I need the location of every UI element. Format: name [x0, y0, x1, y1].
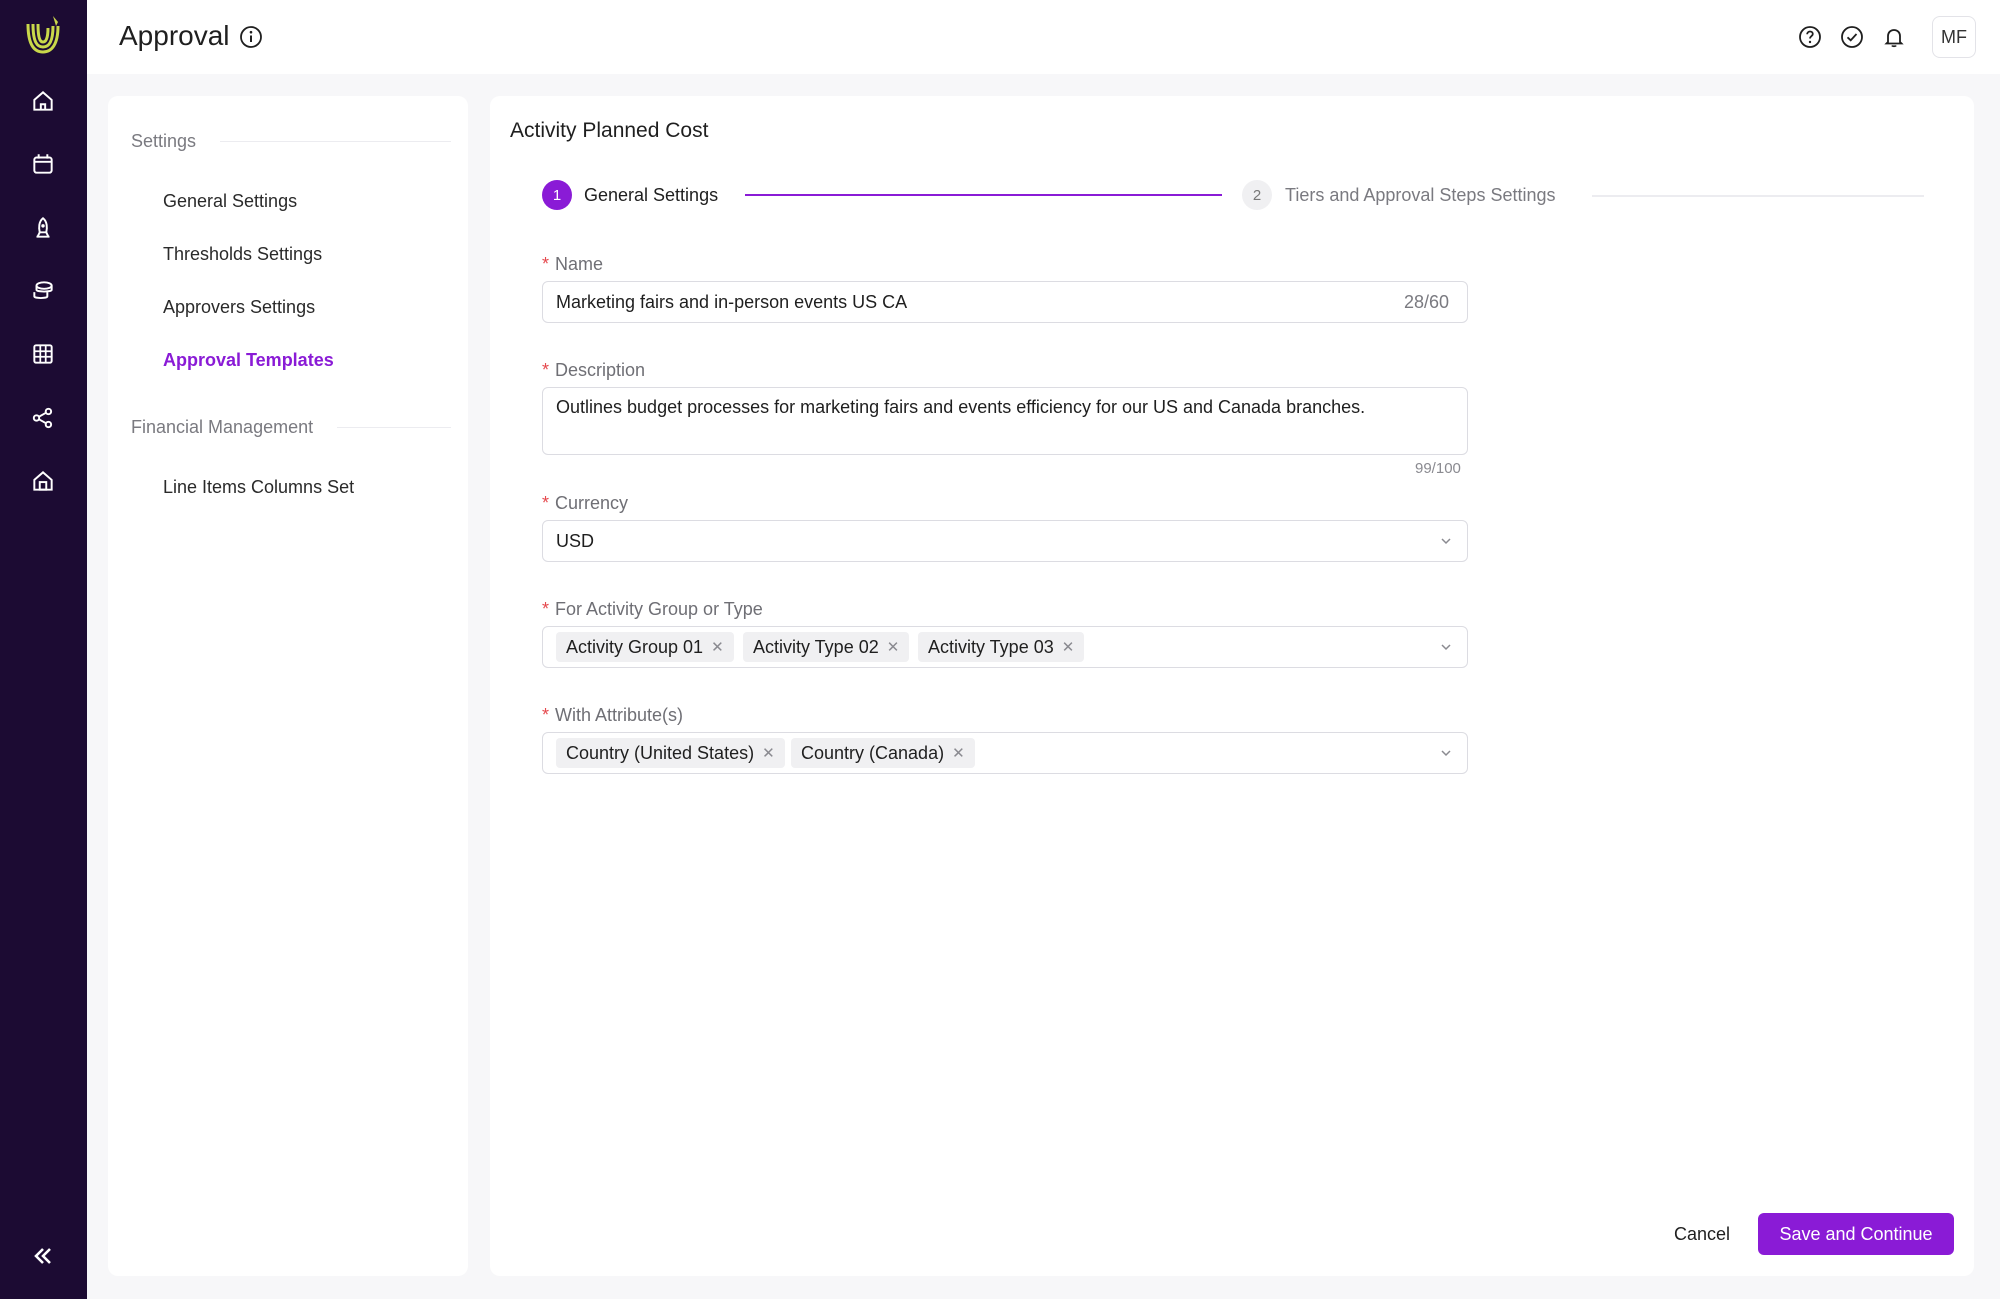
name-value: Marketing fairs and in-person events US …: [556, 292, 908, 312]
name-input[interactable]: Marketing fairs and in-person events US …: [542, 281, 1468, 323]
bell-icon[interactable]: [1881, 24, 1907, 50]
chevron-down-icon: [1441, 538, 1451, 545]
tag-country-us: Country (United States) ✕: [556, 738, 785, 768]
store-icon[interactable]: [22, 460, 64, 502]
app-rail: [0, 0, 87, 1299]
remove-tag-icon[interactable]: ✕: [711, 638, 724, 656]
user-avatar[interactable]: MF: [1932, 16, 1976, 58]
step-connector-pending: [1592, 195, 1924, 197]
page-title: Approval: [119, 20, 230, 51]
step-2-label[interactable]: Tiers and Approval Steps Settings: [1285, 185, 1555, 206]
activity-group-label: * For Activity Group or Type: [542, 599, 763, 619]
collapse-rail-icon[interactable]: [22, 1235, 64, 1277]
name-char-counter: 28/60: [1403, 292, 1449, 312]
sidebar-group-financial: Financial Management: [131, 417, 451, 438]
attributes-multiselect[interactable]: Country (United States) ✕ Country (Canada…: [542, 732, 1468, 774]
step-1-badge[interactable]: 1: [542, 180, 572, 210]
sidebar-item-general-settings[interactable]: General Settings: [163, 191, 297, 212]
main-panel: Activity Planned Cost 1 General Settings…: [490, 96, 1974, 1276]
help-icon[interactable]: [1797, 24, 1823, 50]
tag-activity-type-02: Activity Type 02 ✕: [743, 632, 910, 662]
activity-group-multiselect[interactable]: Activity Group 01 ✕ Activity Type 02 ✕ Act…: [542, 626, 1468, 668]
tag-activity-group-01: Activity Group 01 ✕: [556, 632, 734, 662]
divider: [220, 141, 451, 142]
chevron-down-icon: [1441, 644, 1451, 651]
panel-title: Activity Planned Cost: [510, 119, 709, 142]
calendar-icon[interactable]: [22, 143, 64, 185]
currency-value: USD: [556, 531, 595, 551]
divider: [337, 427, 451, 428]
description-char-counter: 99/100: [1415, 460, 1461, 477]
step-1-label[interactable]: General Settings: [584, 185, 718, 206]
info-icon[interactable]: [239, 25, 263, 49]
share-icon[interactable]: [22, 397, 64, 439]
table-icon[interactable]: [22, 333, 64, 375]
description-value: Outlines budget processes for marketing …: [556, 397, 1366, 417]
sidebar-item-approval-templates[interactable]: Approval Templates: [163, 350, 334, 371]
app-logo[interactable]: [20, 12, 66, 58]
description-label: * Description: [542, 360, 646, 380]
tag-country-canada: Country (Canada) ✕: [791, 738, 975, 768]
remove-tag-icon[interactable]: ✕: [952, 744, 965, 762]
sidebar-item-line-items-columns-set[interactable]: Line Items Columns Set: [163, 477, 354, 498]
remove-tag-icon[interactable]: ✕: [762, 744, 775, 762]
remove-tag-icon[interactable]: ✕: [1062, 638, 1075, 656]
sidebar-group-title: Settings: [131, 131, 197, 151]
home-icon[interactable]: [22, 80, 64, 122]
tag-activity-type-03: Activity Type 03 ✕: [918, 632, 1085, 662]
settings-sidebar: Settings General Settings Thresholds Set…: [108, 96, 468, 1276]
step-2-badge[interactable]: 2: [1242, 180, 1272, 210]
currency-label: * Currency: [542, 493, 629, 513]
rocket-icon[interactable]: [22, 207, 64, 249]
coins-icon[interactable]: [22, 270, 64, 312]
attributes-label: * With Attribute(s): [542, 705, 684, 725]
save-and-continue-button[interactable]: Save and Continue: [1758, 1213, 1954, 1255]
sidebar-group-settings: Settings: [131, 131, 451, 152]
top-header: Approval MF: [87, 0, 2000, 74]
sidebar-group-title: Financial Management: [131, 417, 314, 437]
cancel-button[interactable]: Cancel: [1660, 1213, 1744, 1255]
description-textarea[interactable]: Outlines budget processes for marketing …: [542, 387, 1468, 455]
check-circle-icon[interactable]: [1839, 24, 1865, 50]
step-connector-active: [745, 194, 1222, 196]
sidebar-item-thresholds-settings[interactable]: Thresholds Settings: [163, 244, 322, 265]
currency-select[interactable]: USD: [542, 520, 1468, 562]
sidebar-item-approvers-settings[interactable]: Approvers Settings: [163, 297, 315, 318]
remove-tag-icon[interactable]: ✕: [887, 638, 900, 656]
chevron-down-icon: [1441, 750, 1451, 757]
name-label: * Name: [542, 254, 604, 274]
